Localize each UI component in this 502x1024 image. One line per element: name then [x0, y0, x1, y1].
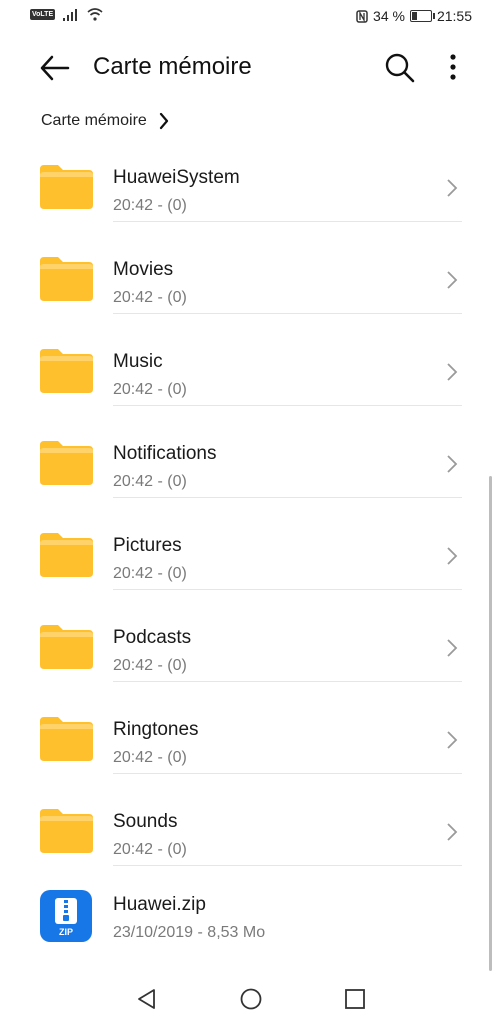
item-meta: 20:42 - (0) — [113, 381, 187, 398]
chevron-right-icon — [447, 363, 458, 381]
status-bar: VoLTE 34 % 21:55 — [0, 0, 502, 34]
circle-home-icon — [240, 988, 262, 1010]
volte-badge: VoLTE — [30, 9, 56, 20]
chevron-right-icon — [447, 823, 458, 841]
zip-file-icon: ZIP — [40, 890, 92, 942]
nav-back-button[interactable] — [134, 986, 160, 1012]
folder-icon — [40, 533, 93, 577]
item-name: Notifications — [113, 443, 217, 464]
battery-icon — [409, 10, 435, 22]
item-meta: 20:42 - (0) — [113, 197, 187, 214]
item-meta: 20:42 - (0) — [113, 841, 187, 858]
status-right: 34 % 21:55 — [356, 8, 472, 24]
search-button[interactable] — [384, 52, 416, 84]
chevron-right-icon — [447, 179, 458, 197]
chevron-right-icon — [159, 112, 168, 130]
item-name: Movies — [113, 259, 174, 280]
item-meta: 20:42 - (0) — [113, 749, 187, 766]
item-meta: 23/10/2019 - 8,53 Mo — [113, 924, 266, 941]
chevron-right-icon — [447, 455, 458, 473]
chevron-right-icon — [447, 547, 458, 565]
list-item-music[interactable]: Music 20:42 - (0) — [0, 314, 502, 406]
battery-percent: 34 % — [373, 8, 405, 24]
item-meta: 20:42 - (0) — [113, 473, 187, 490]
nfc-icon — [356, 9, 368, 23]
signal-icon — [63, 8, 78, 21]
item-name: Podcasts — [113, 627, 192, 648]
zip-badge: ZIP — [58, 927, 73, 937]
item-name: Sounds — [113, 811, 178, 832]
list-item-notifications[interactable]: Notifications 20:42 - (0) — [0, 406, 502, 498]
item-name: Music — [113, 351, 163, 372]
arrow-left-icon — [40, 55, 70, 81]
item-name: Huawei.zip — [113, 894, 206, 915]
nav-home-button[interactable] — [238, 986, 264, 1012]
folder-icon — [40, 625, 93, 669]
nav-recents-button[interactable] — [342, 986, 368, 1012]
triangle-back-icon — [138, 989, 155, 1009]
item-meta: 20:42 - (0) — [113, 565, 187, 582]
item-meta: 20:42 - (0) — [113, 289, 187, 306]
item-meta: 20:42 - (0) — [113, 657, 187, 674]
navigation-bar — [0, 974, 502, 1024]
breadcrumb-label: Carte mémoire — [41, 112, 147, 129]
chevron-right-icon — [447, 271, 458, 289]
list-item-huawei-zip[interactable]: ZIP Huawei.zip 23/10/2019 - 8,53 Mo — [0, 866, 502, 958]
folder-icon — [40, 717, 93, 761]
folder-icon — [40, 165, 93, 209]
folder-icon — [40, 441, 93, 485]
more-options-button[interactable] — [440, 52, 466, 84]
square-recents-icon — [345, 989, 365, 1009]
list-item-podcasts[interactable]: Podcasts 20:42 - (0) — [0, 590, 502, 682]
list-item-ringtones[interactable]: Ringtones 20:42 - (0) — [0, 682, 502, 774]
search-icon — [385, 53, 415, 83]
folder-icon — [40, 809, 93, 853]
folder-icon — [40, 257, 93, 301]
item-name: Ringtones — [113, 719, 199, 740]
list-item-movies[interactable]: Movies 20:42 - (0) — [0, 222, 502, 314]
item-name: Pictures — [113, 535, 182, 556]
list-item-pictures[interactable]: Pictures 20:42 - (0) — [0, 498, 502, 590]
chevron-right-icon — [447, 731, 458, 749]
list-item-sounds[interactable]: Sounds 20:42 - (0) — [0, 774, 502, 866]
app-bar: Carte mémoire — [0, 34, 502, 100]
wifi-icon — [87, 8, 103, 21]
status-left: VoLTE — [30, 8, 103, 21]
breadcrumb[interactable]: Carte mémoire — [41, 112, 169, 130]
back-button[interactable] — [38, 52, 72, 84]
chevron-right-icon — [447, 639, 458, 657]
file-list: HuaweiSystem 20:42 - (0) Movies 20:42 - … — [0, 130, 502, 958]
more-vertical-icon — [450, 54, 456, 80]
scrollbar[interactable] — [489, 476, 492, 971]
folder-icon — [40, 349, 93, 393]
page-title: Carte mémoire — [93, 53, 252, 80]
clock: 21:55 — [436, 8, 472, 24]
list-item-huaweisystem[interactable]: HuaweiSystem 20:42 - (0) — [0, 130, 502, 222]
item-name: HuaweiSystem — [113, 167, 240, 188]
